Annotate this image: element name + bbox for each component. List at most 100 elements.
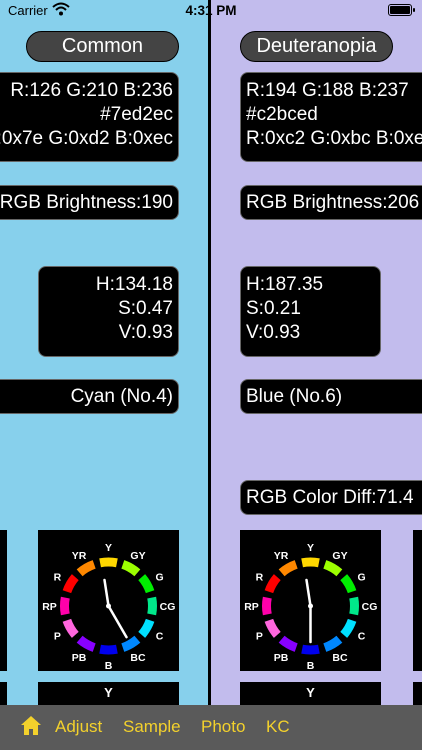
wheel-segment (99, 557, 118, 568)
rgb-line: R:126 G:210 B:236 (10, 80, 173, 101)
wheel-segment (301, 557, 320, 568)
hex-line: #c2bced (246, 104, 318, 125)
brightness-text: RGB Brightness:206 (246, 192, 420, 213)
wheel-label: B (105, 660, 113, 671)
wheel-label: PB (274, 652, 289, 664)
wheel-segment (323, 560, 343, 577)
wheel-label: CG (362, 601, 378, 613)
home-icon[interactable] (20, 715, 42, 742)
wheel-segment (62, 574, 79, 594)
lower-wheel-label: Y (104, 685, 113, 700)
mode-title-button[interactable]: Deuteranopia (240, 31, 393, 62)
hex-rgb-line: R:0xc2 G:0xbc B:0xed (246, 128, 422, 149)
tab-kc[interactable]: KC (266, 717, 290, 737)
wheel-label: Y (105, 542, 112, 554)
rgb-line: R:194 G:188 B:237 (246, 80, 409, 101)
color-wheel-left: Y GY G CG C BC B PB P RP R YR (38, 530, 179, 671)
wheel-segment (323, 635, 343, 652)
wheel-label: BC (130, 652, 146, 664)
rgb-values-box: R:194 G:188 B:237 #c2bced R:0xc2 G:0xbc … (240, 72, 422, 162)
hex-line: #7ed2ec (100, 104, 173, 125)
brightness-text: RGB Brightness:190 (0, 192, 173, 213)
wheel-label: B (307, 660, 315, 671)
color-name-text: Cyan (No.4) (70, 386, 173, 407)
wheel-segment (121, 635, 141, 652)
wheel-segment (138, 574, 155, 594)
wheel-segment (76, 635, 96, 652)
color-name-text: Blue (No.6) (246, 386, 343, 407)
lower-wheel-label: Y (306, 685, 315, 700)
partial-wheel-left-edge-lower (0, 682, 7, 705)
hue-text: H:187.35 (246, 274, 324, 295)
brightness-box: RGB Brightness:206 (240, 185, 422, 220)
partial-wheel-left-edge (0, 530, 7, 671)
hex-rgb-line: R:0x7e G:0xd2 B:0xec (0, 128, 173, 149)
battery-icon (388, 4, 415, 16)
saturation-text: S:0.47 (118, 298, 173, 319)
hue-text: H:134.18 (95, 274, 173, 295)
wheel-label: GY (130, 550, 145, 562)
color-wheel-right: Y GY G CG C BC B PB P RP R YR (240, 530, 381, 671)
wheel-label: GY (332, 550, 347, 562)
wheel-segment (264, 574, 281, 594)
wheel-label: P (54, 631, 61, 643)
wheel-segment (278, 560, 298, 577)
wheel-label: R (256, 572, 264, 584)
wheel-hand-long (107, 604, 128, 639)
wheel-segment (349, 596, 359, 616)
wheel-label: Y (307, 542, 314, 554)
tab-photo[interactable]: Photo (201, 717, 245, 737)
wheel-label: RP (42, 601, 57, 613)
wheel-label: PB (72, 652, 87, 664)
tab-bar: Adjust Sample Photo KC (0, 705, 422, 750)
status-bar: Carrier 4:31 PM (0, 0, 422, 22)
wheel-segment (278, 635, 298, 652)
partial-wheel-right-edge-lower (413, 682, 422, 705)
wheel-label: BC (332, 652, 348, 664)
wheel-label: YR (274, 550, 289, 562)
wheel-label: G (358, 572, 366, 584)
wheel-segment (76, 560, 96, 577)
wheel-segment (340, 618, 357, 638)
wheel-hand-short (305, 578, 312, 608)
rgb-values-box: R:126 G:210 B:236 #7ed2ec R:0x7e G:0xd2 … (0, 72, 179, 162)
wheel-label: P (256, 631, 263, 643)
lower-wheel-left: Y (38, 682, 179, 705)
wheel-label: C (156, 631, 164, 643)
wheel-center (106, 603, 111, 609)
value-text: V:0.93 (246, 322, 301, 343)
hsv-box: H:187.35 S:0.21 V:0.93 (240, 266, 381, 357)
wheel-segment (138, 618, 155, 638)
wheel-segment (301, 644, 320, 655)
wheel-label: RP (244, 601, 259, 613)
brightness-box: RGB Brightness:190 (0, 185, 179, 220)
wheel-hand-short (103, 578, 110, 608)
wheel-label: CG (160, 601, 176, 613)
app-screen: Carrier 4:31 PM Common R:126 G:210 B:236… (0, 0, 422, 750)
value-text: V:0.93 (118, 322, 173, 343)
wheel-label: C (358, 631, 366, 643)
wheel-segment (121, 560, 141, 577)
tab-sample[interactable]: Sample (123, 717, 181, 737)
color-name-box: Cyan (No.4) (0, 379, 179, 414)
left-panel-common: Common R:126 G:210 B:236 #7ed2ec R:0x7e … (0, 0, 208, 705)
wheel-label: YR (72, 550, 87, 562)
wheel-segment (99, 644, 118, 655)
wheel-segment (264, 618, 281, 638)
lower-wheel-right: Y (240, 682, 381, 705)
tab-adjust[interactable]: Adjust (55, 717, 102, 737)
wheel-segment (262, 596, 272, 616)
wheel-segment (62, 618, 79, 638)
color-diff-text: RGB Color Diff:71.4 (246, 487, 414, 508)
wheel-center (308, 603, 313, 609)
saturation-text: S:0.21 (246, 298, 301, 319)
right-panel-deuteranopia: Deuteranopia R:194 G:188 B:237 #c2bced R… (211, 0, 422, 705)
color-name-box: Blue (No.6) (240, 379, 422, 414)
partial-wheel-right-edge (413, 530, 422, 671)
wheel-segment (340, 574, 357, 594)
wheel-segment (60, 596, 70, 616)
clock: 4:31 PM (185, 3, 237, 18)
color-diff-box: RGB Color Diff:71.4 (240, 480, 422, 515)
wheel-label: R (54, 572, 62, 584)
mode-title-button[interactable]: Common (26, 31, 179, 62)
